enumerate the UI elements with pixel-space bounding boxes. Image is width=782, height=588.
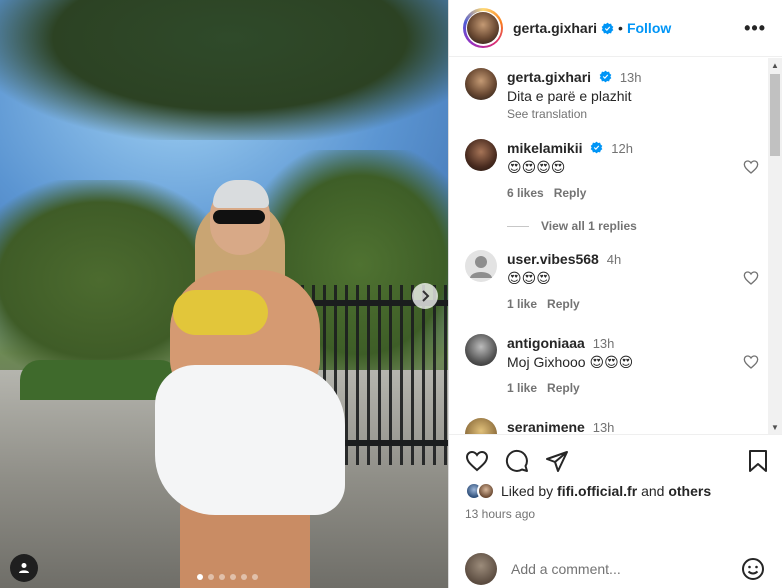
carousel-dot (241, 574, 247, 580)
see-translation-link[interactable]: See translation (507, 107, 765, 121)
comment-username[interactable]: antigoniaaa (507, 335, 585, 351)
comment-time[interactable]: 12h (611, 141, 633, 156)
comment-text: 😍😍😍😍 (507, 159, 566, 175)
view-replies-button[interactable]: View all 1 replies (507, 219, 637, 233)
liked-by-user[interactable]: fifi.official.fr (557, 483, 637, 499)
comment-avatar[interactable] (465, 139, 497, 171)
subject-sunglasses (213, 210, 265, 224)
author-avatar-image (467, 12, 499, 44)
scrollbar-thumb[interactable] (770, 74, 780, 156)
carousel-dot (208, 574, 214, 580)
verified-badge-icon (591, 141, 603, 154)
caption-time[interactable]: 13h (620, 70, 642, 85)
share-icon[interactable] (545, 449, 569, 473)
post-header: gerta.gixhari • Follow ••• (449, 0, 782, 57)
verified-badge-icon (599, 70, 612, 83)
chevron-right-icon (422, 290, 430, 302)
carousel-indicator (197, 574, 258, 580)
photo-subject (155, 180, 355, 588)
liked-by-and: and (641, 483, 665, 499)
default-avatar-icon (470, 256, 492, 278)
verified-badge-icon (601, 22, 614, 34)
photo-canopy (0, 0, 448, 140)
carousel-dot (252, 574, 258, 580)
caption: gerta.gixhari 13h Dita e parë e plazhit … (465, 68, 765, 121)
emoji-icon[interactable] (741, 557, 765, 581)
comment-item: antigoniaaa 13h Moj Gixhooo 😍😍😍 1 like Re… (465, 334, 765, 395)
caption-username[interactable]: gerta.gixhari (507, 69, 591, 85)
comments-scrollbar[interactable]: ▲ ▼ (768, 58, 782, 434)
caption-text: Dita e parë e plazhit (507, 88, 632, 104)
reply-button[interactable]: Reply (554, 186, 587, 200)
comment-likes[interactable]: 6 likes (507, 186, 544, 200)
caption-avatar[interactable] (465, 68, 497, 100)
header-separator: • (618, 20, 623, 36)
liker-avatar[interactable] (477, 482, 495, 500)
comment-time[interactable]: 4h (607, 252, 621, 267)
heart-icon[interactable] (743, 354, 759, 370)
comment-likes[interactable]: 1 like (507, 381, 537, 395)
carousel-dot (230, 574, 236, 580)
comment-avatar[interactable] (465, 250, 497, 282)
comment-avatar[interactable] (465, 334, 497, 366)
comment-text: Moj Gixhooo 😍😍😍 (507, 354, 634, 370)
follow-button[interactable]: Follow (627, 20, 671, 36)
liked-by-others[interactable]: others (668, 483, 711, 499)
liked-by: Liked by fifi.official.fr and others (465, 482, 711, 500)
scroll-up-arrow-icon[interactable]: ▲ (768, 58, 782, 72)
author-username[interactable]: gerta.gixhari (513, 20, 597, 36)
comment-input[interactable] (511, 561, 731, 577)
carousel-dot (219, 574, 225, 580)
carousel-dot (197, 574, 203, 580)
comments-list[interactable]: gerta.gixhari 13h Dita e parë e plazhit … (449, 58, 769, 434)
subject-hat (213, 180, 269, 208)
view-replies-label: View all 1 replies (541, 219, 637, 233)
subject-top (173, 290, 268, 335)
post-timestamp[interactable]: 13 hours ago (465, 507, 535, 521)
comment-item: mikelamikii 12h 😍😍😍😍 6 likes Reply (465, 139, 765, 200)
comment-username[interactable]: mikelamikii (507, 140, 583, 156)
add-comment-bar (449, 549, 782, 588)
tagged-users-button[interactable] (10, 554, 38, 582)
comment-username[interactable]: seranimene (507, 419, 585, 434)
comment-time[interactable]: 13h (593, 420, 615, 434)
user-tag-icon (19, 563, 29, 573)
heart-icon[interactable] (743, 159, 759, 175)
reply-line (507, 225, 529, 227)
comment-avatar[interactable] (465, 418, 497, 434)
reply-button[interactable]: Reply (547, 297, 580, 311)
subject-skirt (155, 365, 345, 515)
reply-button[interactable]: Reply (547, 381, 580, 395)
liked-by-text: Liked by fifi.official.fr and others (501, 483, 711, 499)
bookmark-icon[interactable] (747, 449, 769, 473)
comment-text: 😍😍😍 (507, 270, 551, 286)
comment-icon[interactable] (505, 449, 529, 473)
post-side-panel: gerta.gixhari • Follow ••• gerta.gixhari… (448, 0, 782, 588)
heart-icon[interactable] (743, 270, 759, 286)
scroll-down-arrow-icon[interactable]: ▼ (768, 420, 782, 434)
heart-icon[interactable] (465, 449, 489, 473)
action-icons (465, 449, 769, 473)
post-actions: Liked by fifi.official.fr and others 13 … (449, 434, 782, 588)
author-avatar[interactable] (463, 8, 503, 48)
comment-likes[interactable]: 1 like (507, 297, 537, 311)
comment-time[interactable]: 13h (593, 336, 615, 351)
carousel-next-button[interactable] (412, 283, 438, 309)
comment-username[interactable]: user.vibes568 (507, 251, 599, 267)
comment-item: seranimene 13h (465, 418, 765, 434)
liked-by-prefix: Liked by (501, 483, 554, 499)
current-user-avatar (465, 553, 497, 585)
post-media[interactable] (0, 0, 448, 588)
comment-item: user.vibes568 4h 😍😍😍 1 like Reply (465, 250, 765, 311)
more-options-button[interactable]: ••• (744, 18, 766, 39)
